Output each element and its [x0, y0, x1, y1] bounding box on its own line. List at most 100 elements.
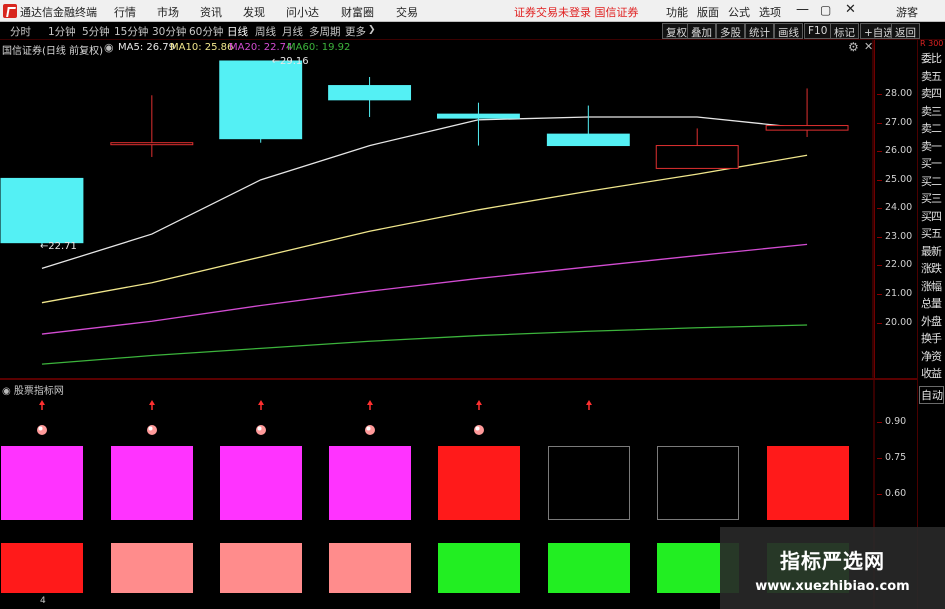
mark-button[interactable]: 标记: [830, 23, 859, 39]
login-notice[interactable]: 证券交易未登录 国信证券: [514, 4, 639, 20]
side-item[interactable]: 涨幅: [921, 278, 945, 294]
title-bar: 通达信金融终端 行情 市场 资讯 发现 问小达 财富圈 交易 证券交易未登录 国…: [0, 0, 945, 22]
menu-formula[interactable]: 公式: [728, 4, 750, 20]
gear-icon[interactable]: ⚙: [848, 40, 859, 54]
side-item[interactable]: 卖四: [921, 85, 945, 101]
draw-line-button[interactable]: 画线: [774, 23, 803, 39]
tab-5min[interactable]: 5分钟: [82, 24, 110, 39]
ma20-label: MA20: 22.74: [229, 42, 293, 53]
candle-body: [655, 145, 739, 169]
candle-body: [328, 85, 412, 101]
tab-60min[interactable]: 60分钟: [189, 24, 223, 39]
menu-trade[interactable]: 交易: [396, 4, 418, 20]
statistics-button[interactable]: 统计: [745, 23, 774, 39]
side-item[interactable]: 买五: [921, 225, 945, 241]
tab-1min[interactable]: 1分钟: [48, 24, 76, 39]
side-item[interactable]: 换手: [921, 330, 945, 346]
indicator-tick: 0.75: [876, 452, 907, 463]
watermark-url: www.xuezhibiao.com: [755, 579, 910, 594]
side-item[interactable]: 买四: [921, 208, 945, 224]
restore-icon[interactable]: ▢: [820, 3, 831, 17]
price-tick: 25.00: [876, 174, 913, 185]
side-item[interactable]: 买一: [921, 155, 945, 171]
guest-login[interactable]: 游客: [896, 4, 918, 20]
side-item[interactable]: 涨跌: [921, 260, 945, 276]
menu-options[interactable]: 选项: [759, 4, 781, 20]
tab-more[interactable]: 更多: [345, 24, 366, 39]
tab-15min[interactable]: 15分钟: [114, 24, 148, 39]
indicator-title[interactable]: 股票指标网: [14, 386, 64, 397]
tab-multi-period[interactable]: 多周期: [309, 24, 341, 39]
settings-circle-icon[interactable]: ◉: [104, 41, 114, 54]
candle-body: [219, 60, 303, 140]
overlay-button[interactable]: 叠加: [687, 23, 716, 39]
side-item[interactable]: 委比: [921, 50, 945, 66]
signal-block-top: [1, 446, 83, 520]
side-item[interactable]: 卖三: [921, 103, 945, 119]
low-price-annotation: ←22.71: [40, 241, 77, 252]
auto-button[interactable]: 自动: [919, 386, 944, 404]
ma5-label: MA5: 26.79: [118, 42, 176, 53]
signal-block-top: [220, 446, 302, 520]
indicator-title-bar: ◉ 股票指标网: [2, 382, 64, 397]
more-arrow-icon[interactable]: ❯: [368, 25, 376, 35]
side-item[interactable]: 收益: [921, 365, 945, 381]
side-item[interactable]: 最新: [921, 243, 945, 259]
price-tick: 26.00: [876, 145, 913, 156]
tab-daily[interactable]: 日线: [227, 24, 248, 39]
signal-block-top: [111, 446, 193, 520]
ma5-line: [41, 116, 808, 270]
tab-monthly[interactable]: 月线: [282, 24, 303, 39]
stock-name-label[interactable]: 国信证券(日线 前复权): [2, 42, 103, 57]
signal-block-top: [767, 446, 849, 520]
chart-info-line: 国信证券(日线 前复权) ◉ MA5: 26.79 MA10: 25.86 MA…: [0, 40, 875, 57]
close-chart-icon[interactable]: ✕: [864, 40, 873, 53]
menu-discover[interactable]: 发现: [243, 4, 265, 20]
candlestick-chart[interactable]: ←29.16 ←22.71: [0, 40, 875, 378]
price-tick: 23.00: [876, 231, 913, 242]
signal-block-bottom: [438, 543, 520, 593]
indicator-settings-icon[interactable]: ◉: [2, 386, 11, 397]
close-icon[interactable]: ✕: [845, 2, 856, 17]
ball-icon: [148, 426, 153, 431]
side-item[interactable]: 卖二: [921, 120, 945, 136]
tab-timeshare[interactable]: 分时: [10, 24, 31, 39]
signal-block-bottom: [329, 543, 411, 593]
menu-quotes[interactable]: 行情: [114, 4, 136, 20]
menu-wealth[interactable]: 财富圈: [341, 4, 374, 20]
menu-function[interactable]: 功能: [666, 4, 688, 20]
side-item[interactable]: 外盘: [921, 313, 945, 329]
multi-stock-button[interactable]: 多股: [716, 23, 745, 39]
signal-block-top: [438, 446, 520, 520]
signal-block-bottom: [1, 543, 83, 593]
candle-body: [110, 142, 194, 146]
menu-market[interactable]: 市场: [157, 4, 179, 20]
price-tick: 28.00: [876, 88, 913, 99]
period-toolbar: 分时 1分钟 5分钟 15分钟 30分钟 60分钟 日线 周线 月线 多周期 更…: [0, 22, 945, 40]
high-price-annotation: ←29.16: [272, 56, 309, 67]
price-tick: 24.00: [876, 202, 913, 213]
price-tick: 22.00: [876, 259, 913, 270]
ma60-label: MA60: 19.92: [287, 42, 351, 53]
side-item[interactable]: 总量: [921, 295, 945, 311]
back-button[interactable]: 返回: [891, 23, 920, 39]
price-tick: 20.00: [876, 317, 913, 328]
side-item[interactable]: 买三: [921, 190, 945, 206]
f10-button[interactable]: F10: [804, 23, 832, 39]
menu-news[interactable]: 资讯: [200, 4, 222, 20]
app-name: 通达信金融终端: [20, 6, 97, 19]
ma10-line: [41, 154, 808, 304]
side-item[interactable]: 净资: [921, 348, 945, 364]
ball-icon: [37, 425, 47, 435]
ma20-line: [41, 243, 808, 335]
menu-ask[interactable]: 问小达: [286, 4, 319, 20]
side-item[interactable]: 买二: [921, 173, 945, 189]
minimize-icon[interactable]: —: [796, 2, 809, 17]
side-item[interactable]: 卖一: [921, 138, 945, 154]
menu-layout[interactable]: 版面: [697, 4, 719, 20]
indicator-tick: 0.90: [876, 416, 907, 427]
tab-30min[interactable]: 30分钟: [152, 24, 186, 39]
side-item[interactable]: 卖五: [921, 68, 945, 84]
tab-weekly[interactable]: 周线: [255, 24, 276, 39]
signal-block-bottom: [111, 543, 193, 593]
